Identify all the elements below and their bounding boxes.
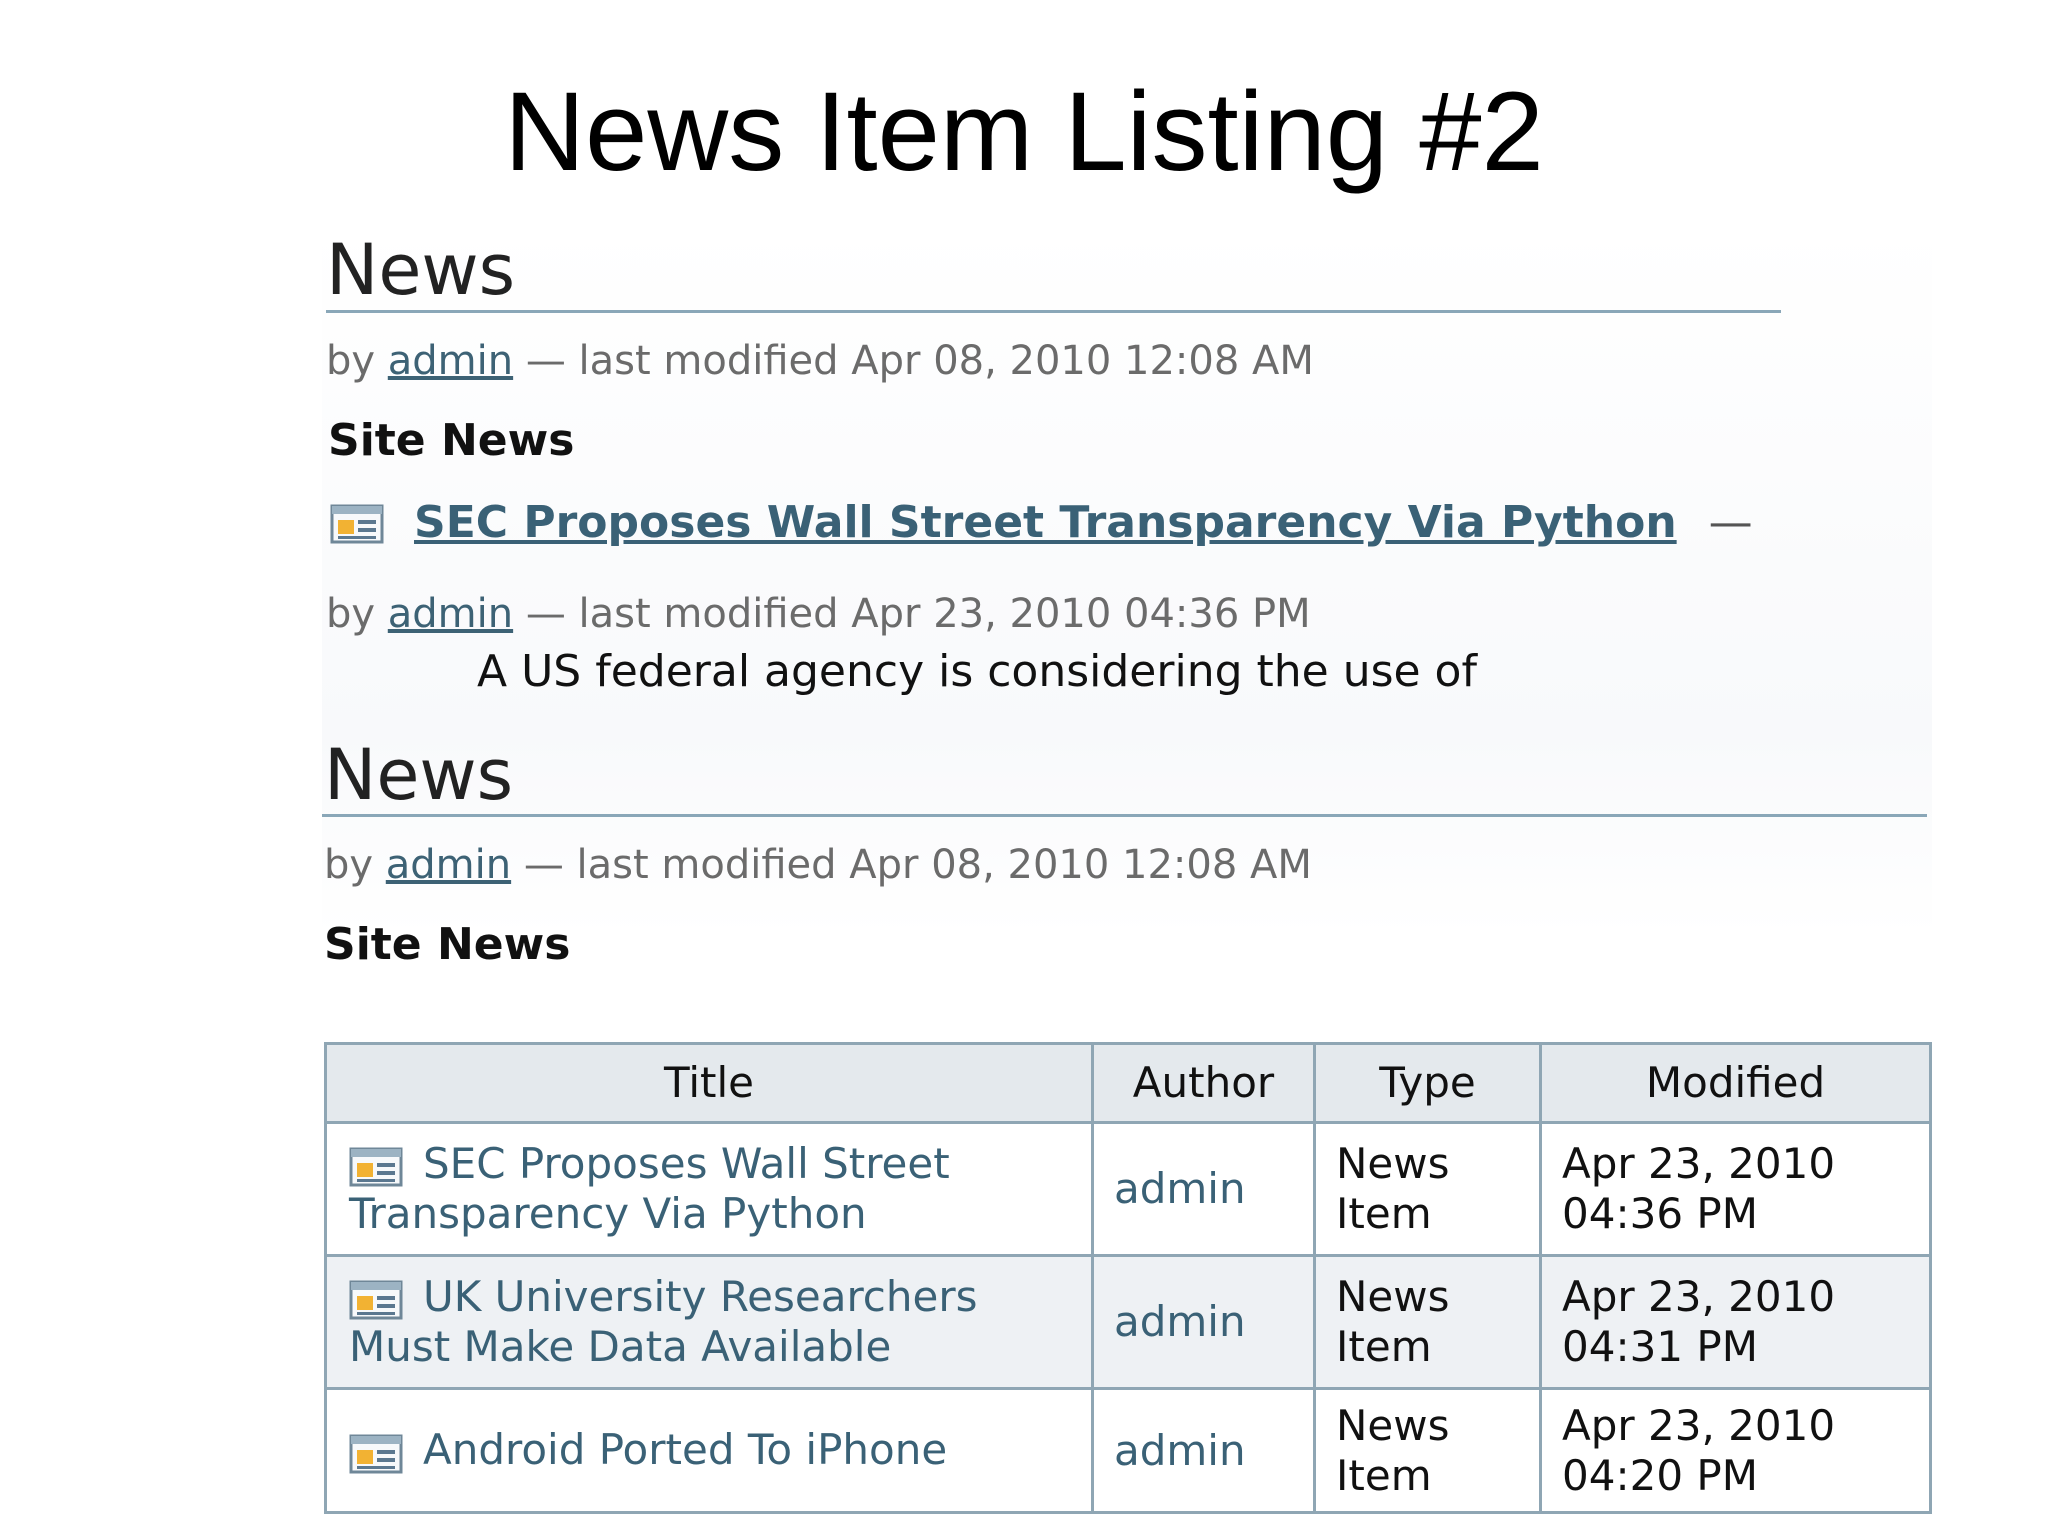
table-row: Android Ported To iPhone admin News Item…	[324, 1387, 1932, 1514]
document-byline: by admin — last modified Apr 08, 2010 12…	[326, 336, 1314, 386]
title-cell: Android Ported To iPhone	[324, 1387, 1094, 1514]
author-link[interactable]: admin	[1091, 1121, 1316, 1257]
byline-prefix: by	[326, 591, 376, 637]
modified-time: 04:20 PM	[1562, 1450, 1758, 1500]
news-item-byline: by admin — last modified Apr 23, 2010 04…	[326, 589, 1311, 639]
type-cell: News Item	[1313, 1387, 1542, 1514]
modified-cell: Apr 23, 2010 04:36 PM	[1539, 1121, 1932, 1257]
document-description: Site News	[328, 415, 575, 466]
modified-date: Apr 23, 2010	[1562, 1400, 1836, 1450]
news-item-icon	[349, 1147, 403, 1187]
news-item-link[interactable]: SEC Proposes Wall Street Transparency Vi…	[349, 1139, 950, 1239]
summary-view-panel: News by admin — last modified Apr 08, 20…	[322, 225, 1932, 735]
type-line-1: News	[1336, 1400, 1450, 1450]
byline-prefix: by	[324, 842, 374, 888]
table-header-row: Title Author Type Modified	[324, 1042, 1932, 1124]
author-link[interactable]: admin	[388, 591, 513, 637]
news-item-icon	[330, 504, 384, 544]
byline-modified: — last modified Apr 08, 2010 12:08 AM	[523, 842, 1312, 888]
table-row: SEC Proposes Wall Street Transparency Vi…	[324, 1121, 1932, 1257]
author-link[interactable]: admin	[1091, 1387, 1316, 1514]
type-line-1: News	[1336, 1139, 1450, 1188]
modified-cell: Apr 23, 2010 04:20 PM	[1539, 1387, 1932, 1514]
modified-date: Apr 23, 2010	[1562, 1272, 1836, 1321]
news-item-icon	[349, 1280, 403, 1320]
author-link[interactable]: admin	[388, 338, 513, 384]
column-header-title[interactable]: Title	[324, 1042, 1094, 1124]
modified-time: 04:31 PM	[1562, 1322, 1758, 1371]
news-item-link[interactable]: SEC Proposes Wall Street Transparency Vi…	[414, 497, 1677, 548]
column-header-type[interactable]: Type	[1313, 1042, 1542, 1124]
news-item-entry: SEC Proposes Wall Street Transparency Vi…	[330, 493, 1753, 551]
modified-cell: Apr 23, 2010 04:31 PM	[1539, 1254, 1932, 1390]
news-item-description: A US federal agency is considering the u…	[477, 646, 1477, 697]
type-line-2: Item	[1336, 1450, 1432, 1500]
author-link[interactable]: admin	[386, 842, 511, 888]
table-row: UK University Researchers Must Make Data…	[324, 1254, 1932, 1390]
type-line-2: Item	[1336, 1189, 1432, 1238]
column-header-author[interactable]: Author	[1091, 1042, 1316, 1124]
modified-date: Apr 23, 2010	[1562, 1139, 1836, 1188]
news-listing-table: Title Author Type Modified SEC Proposes …	[324, 1042, 1932, 1514]
modified-time: 04:36 PM	[1562, 1189, 1758, 1238]
author-link[interactable]: admin	[1091, 1254, 1316, 1390]
news-item-link[interactable]: UK University Researchers Must Make Data…	[349, 1272, 978, 1372]
type-line-2: Item	[1336, 1322, 1432, 1371]
byline-prefix: by	[326, 338, 376, 384]
byline-modified: — last modified Apr 23, 2010 04:36 PM	[525, 591, 1311, 637]
news-item-icon	[349, 1434, 403, 1474]
document-description: Site News	[324, 919, 571, 970]
document-byline: by admin — last modified Apr 08, 2010 12…	[324, 840, 1312, 890]
tabular-view-panel: News by admin — last modified Apr 08, 20…	[322, 735, 1932, 1536]
heading-rule	[322, 814, 1927, 817]
title-dash: —	[1708, 497, 1753, 548]
column-header-modified[interactable]: Modified	[1539, 1042, 1932, 1124]
heading-rule	[326, 310, 1781, 313]
type-cell: News Item	[1313, 1121, 1542, 1257]
title-cell: SEC Proposes Wall Street Transparency Vi…	[324, 1121, 1094, 1257]
title-cell: UK University Researchers Must Make Data…	[324, 1254, 1094, 1390]
page-heading: News	[326, 229, 516, 311]
slide-title: News Item Listing #2	[504, 69, 1544, 194]
news-item-link[interactable]: Android Ported To iPhone	[423, 1425, 947, 1474]
type-line-1: News	[1336, 1272, 1450, 1321]
page-heading: News	[324, 734, 514, 816]
byline-modified: — last modified Apr 08, 2010 12:08 AM	[525, 338, 1314, 384]
type-cell: News Item	[1313, 1254, 1542, 1390]
